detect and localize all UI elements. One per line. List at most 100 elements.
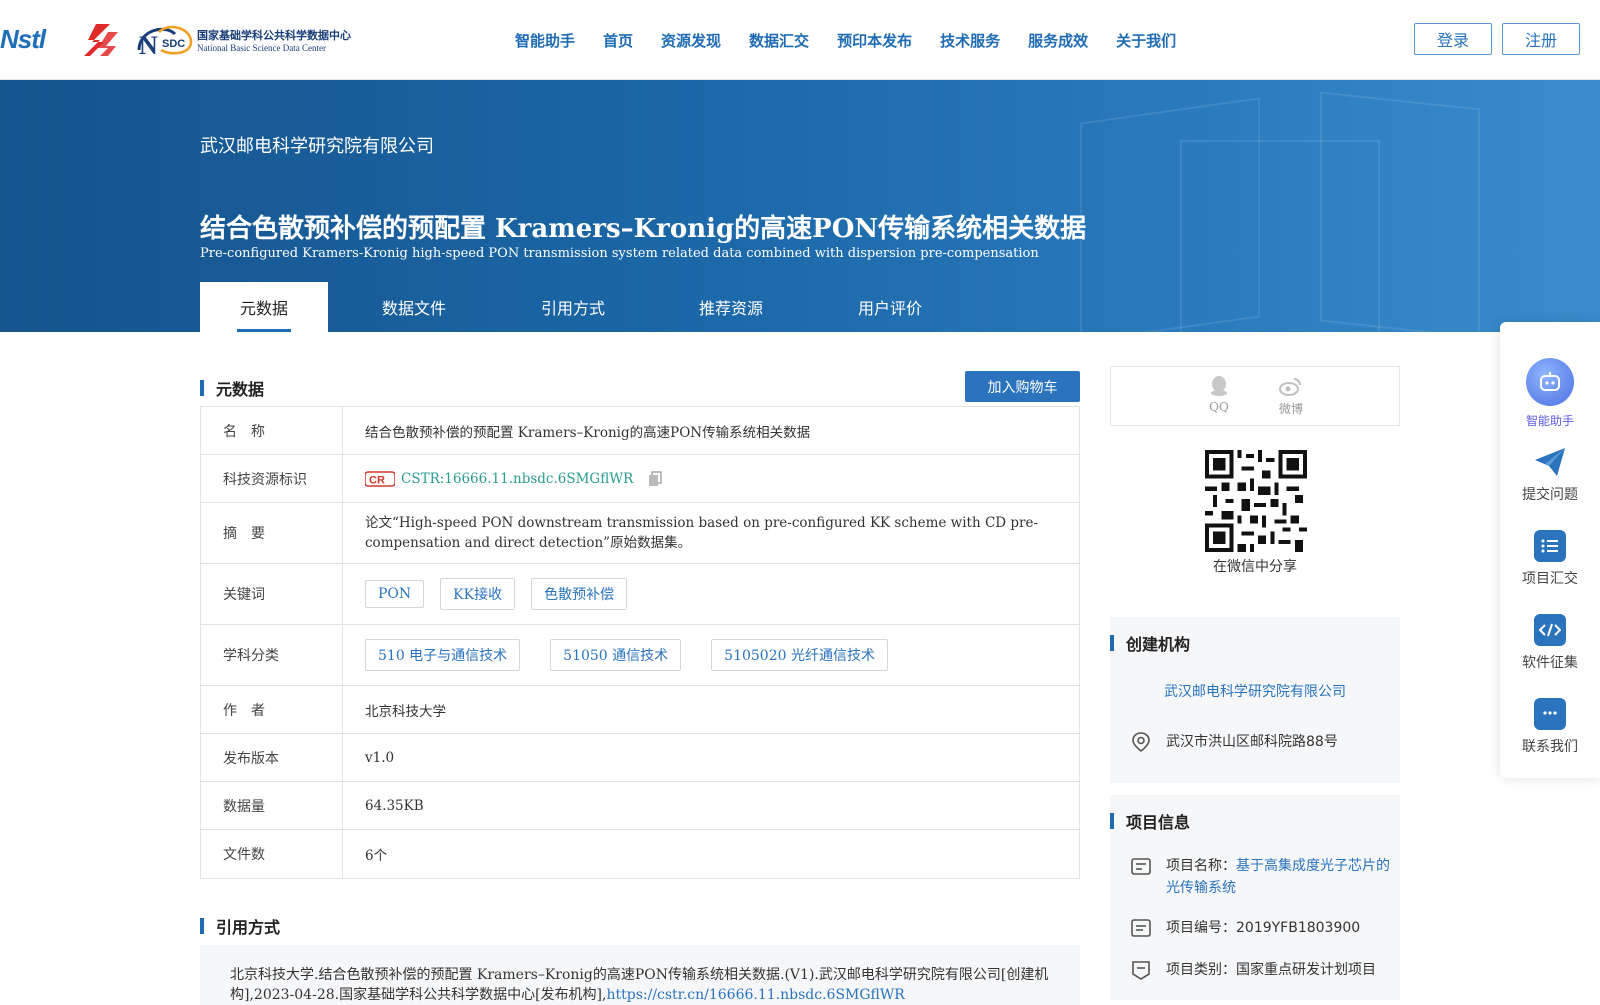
project-code-row: 项目编号：2019YFB1803900	[1130, 917, 1360, 939]
project-type-value: 国家重点研发计划项目	[1236, 962, 1376, 978]
nav-about[interactable]: 关于我们	[1116, 30, 1176, 51]
citation-box: 北京科技大学.结合色散预补偿的预配置 Kramers–Kronig的高速PON传…	[200, 945, 1080, 1005]
abstract-text: 论文“High-speed PON downstream transmissio…	[365, 515, 1039, 551]
register-button[interactable]: 注册	[1502, 23, 1580, 55]
cstr-identifier: CR CSTR:16666.11.nbsdc.6SMGflWR	[343, 455, 1079, 502]
nsdc-logo-cn: 国家基础学科公共科学数据中心	[197, 30, 351, 42]
top-header: Nstl N SDC 国家基础学科公共科学数据中心 National Basic…	[0, 0, 1600, 80]
table-row: 发布版本 v1.0	[201, 734, 1079, 782]
banner-decoration	[1320, 91, 1480, 332]
project-heading: 项目信息	[1110, 809, 1190, 833]
size-value: 64.35KB	[365, 797, 424, 814]
project-heading-text: 项目信息	[1126, 813, 1191, 832]
row-label: 名 称	[201, 407, 343, 454]
nav-tech-service[interactable]: 技术服务	[940, 30, 1000, 51]
citation-link[interactable]: https://cstr.cn/16666.11.nbsdc.6SMGflWR	[606, 987, 904, 1003]
table-row: 作 者 北京科技大学	[201, 686, 1079, 734]
nav-home[interactable]: 首页	[603, 30, 633, 51]
table-row: 摘 要 论文“High-speed PON downstream transmi…	[201, 503, 1079, 564]
creator-address: 武汉市洪山区邮科院路88号	[1130, 731, 1338, 753]
tab-data-files[interactable]: 数据文件	[328, 282, 500, 332]
table-row: 名 称 结合色散预补偿的预配置 Kramers–Kronig的高速PON传输系统…	[201, 407, 1079, 455]
float-submit-question[interactable]: 提交问题	[1500, 446, 1600, 504]
creator-panel: 创建机构 武汉邮电科学研究院有限公司 武汉市洪山区邮科院路88号	[1110, 617, 1400, 783]
keyword-tag[interactable]: 色散预补偿	[531, 578, 628, 610]
red-s-logo[interactable]	[82, 22, 120, 58]
nsdc-logo-en: National Basic Science Data Center	[197, 43, 326, 53]
nav-discover[interactable]: 资源发现	[661, 30, 721, 51]
copy-icon[interactable]	[647, 470, 663, 487]
author-value: 北京科技大学	[365, 703, 446, 720]
float-software[interactable]: 软件征集	[1500, 614, 1600, 672]
tab-citation[interactable]: 引用方式	[500, 282, 646, 332]
float-assistant[interactable]: 智能助手	[1500, 358, 1600, 429]
subject-tag[interactable]: 51050 通信技术	[550, 639, 682, 671]
svg-text:SDC: SDC	[162, 38, 185, 50]
heading-bar	[200, 918, 204, 934]
keyword-tag[interactable]: KK接收	[440, 578, 516, 610]
share-box: QQ 微博	[1110, 366, 1400, 426]
list-icon	[1534, 530, 1566, 562]
heading-bar	[1110, 813, 1114, 829]
tab-recommended[interactable]: 推荐资源	[646, 282, 816, 332]
nav-assistant[interactable]: 智能助手	[515, 30, 575, 51]
add-to-cart-button[interactable]: 加入购物车	[965, 371, 1080, 402]
subject-tag[interactable]: 5105020 光纤通信技术	[711, 639, 888, 671]
subject-tags: 510 电子与通信技术 51050 通信技术 5105020 光纤通信技术	[343, 625, 1079, 685]
svg-text:N: N	[139, 31, 158, 60]
weibo-icon	[1279, 378, 1301, 396]
project-type-icon	[1132, 961, 1150, 980]
project-name-label: 项目名称：	[1166, 858, 1236, 874]
subject-tag[interactable]: 510 电子与通信技术	[365, 639, 521, 671]
floating-sidebar: 智能助手 提交问题 项目汇交 软件征集 联系我们	[1500, 322, 1600, 778]
cstr-logo-icon: CR	[365, 470, 395, 487]
row-label: 关键词	[201, 564, 343, 624]
detail-tabs: 元数据 数据文件 引用方式 推荐资源 用户评价	[200, 282, 964, 332]
project-panel: 项目信息 项目名称：基于高集成度光子芯片的光传输系统 项目编号：2019YFB1…	[1110, 795, 1400, 1000]
nav-outcomes[interactable]: 服务成效	[1028, 30, 1088, 51]
login-button[interactable]: 登录	[1414, 23, 1492, 55]
float-software-label: 软件征集	[1522, 655, 1578, 671]
nav-data-submit[interactable]: 数据汇交	[749, 30, 809, 51]
creator-org-link[interactable]: 武汉邮电科学研究院有限公司	[1110, 681, 1400, 701]
nav-preprint[interactable]: 预印本发布	[837, 30, 912, 51]
nstl-logo[interactable]: Nstl	[0, 24, 46, 55]
version-value: v1.0	[365, 749, 395, 766]
weibo-label: 微博	[1278, 402, 1303, 416]
nsdc-logo[interactable]: N SDC 国家基础学科公共科学数据中心 National Basic Scie…	[135, 20, 351, 60]
table-row: 数据量 64.35KB	[201, 782, 1079, 830]
tab-metadata[interactable]: 元数据	[200, 282, 328, 332]
row-label: 数据量	[201, 782, 343, 829]
metadata-heading: 元数据	[200, 376, 264, 400]
project-type-row: 项目类别：国家重点研发计划项目	[1130, 959, 1376, 981]
row-label: 学科分类	[201, 625, 343, 685]
page-title: 结合色散预补偿的预配置 Kramers–Kronig的高速PON传输系统相关数据	[200, 214, 1087, 244]
float-contact-label: 联系我们	[1522, 739, 1578, 755]
keyword-tags: PON KK接收 色散预补偿	[343, 564, 1079, 624]
project-code-value: 2019YFB1803900	[1236, 920, 1361, 936]
dataset-banner: 武汉邮电科学研究院有限公司 结合色散预补偿的预配置 Kramers–Kronig…	[0, 80, 1600, 332]
keyword-tag[interactable]: PON	[365, 580, 425, 608]
files-value: 6个	[365, 848, 388, 864]
table-row: 学科分类 510 电子与通信技术 51050 通信技术 5105020 光纤通信…	[201, 625, 1079, 686]
project-code-label: 项目编号：	[1166, 920, 1236, 936]
cstr-link[interactable]: CSTR:16666.11.nbsdc.6SMGflWR	[401, 471, 633, 487]
code-icon	[1534, 614, 1566, 646]
project-name-row: 项目名称：基于高集成度光子芯片的光传输系统	[1130, 855, 1390, 899]
table-row: 关键词 PON KK接收 色散预补偿	[201, 564, 1079, 625]
float-submit-label: 提交问题	[1522, 487, 1578, 503]
share-qq[interactable]: QQ	[1199, 375, 1239, 414]
qq-icon	[1211, 376, 1227, 396]
row-label: 文件数	[201, 830, 343, 878]
location-icon	[1132, 732, 1150, 753]
tab-reviews[interactable]: 用户评价	[816, 282, 964, 332]
svg-text:CR: CR	[369, 474, 385, 486]
table-row: 科技资源标识 CR CSTR:16666.11.nbsdc.6SMGflWR	[201, 455, 1079, 503]
float-contact[interactable]: 联系我们	[1500, 698, 1600, 756]
float-project-label: 项目汇交	[1522, 571, 1578, 587]
qq-label: QQ	[1209, 400, 1229, 414]
creator-heading: 创建机构	[1110, 631, 1190, 655]
share-weibo[interactable]: 微博	[1271, 375, 1311, 417]
float-project-submit[interactable]: 项目汇交	[1500, 530, 1600, 588]
citation-heading-text: 引用方式	[216, 918, 281, 937]
